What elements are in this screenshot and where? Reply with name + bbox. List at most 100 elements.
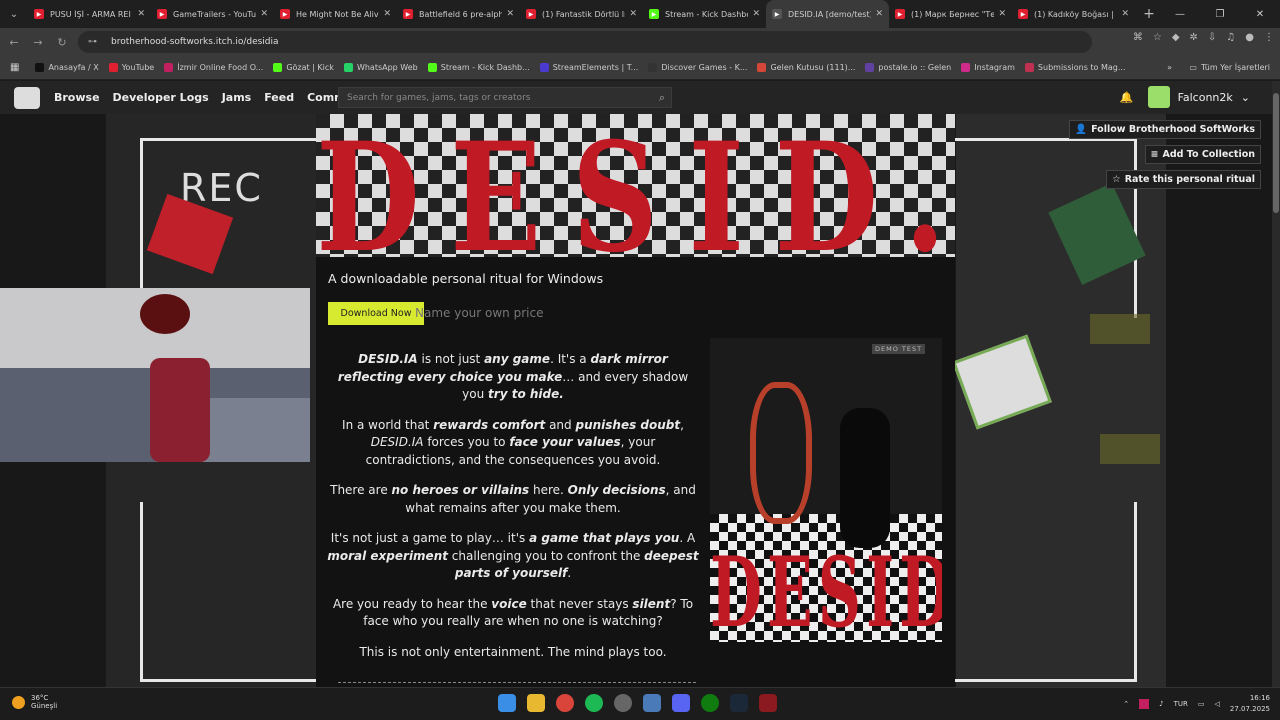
- profile-avatar-icon[interactable]: ●: [1245, 32, 1254, 43]
- user-avatar[interactable]: [1147, 86, 1170, 108]
- bookmark-item[interactable]: postale.io :: Gelen: [865, 63, 951, 72]
- xbox-icon[interactable]: [701, 694, 719, 712]
- discord-icon[interactable]: [672, 694, 690, 712]
- bookmark-favicon-icon: [35, 63, 45, 72]
- bookmark-label: Stream - Kick Dashb...: [440, 63, 530, 72]
- browser-tab[interactable]: ▶ Stream - Kick Dashbo ✕: [643, 0, 766, 28]
- menu-kebab-icon[interactable]: ⋮: [1264, 32, 1274, 43]
- search-icon[interactable]: ⌕: [659, 91, 665, 105]
- add-to-collection-button[interactable]: ≡ Add To Collection: [1144, 145, 1261, 164]
- browser-tab[interactable]: ▶ (1) Марк Бернес "Те ✕: [889, 0, 1012, 28]
- maximize-button[interactable]: ❐: [1200, 0, 1240, 28]
- language-indicator[interactable]: TUR: [1174, 700, 1188, 708]
- streamer-logo: [140, 294, 190, 334]
- spotify-icon[interactable]: [585, 694, 603, 712]
- bookmark-favicon-icon: [343, 63, 353, 72]
- itch-nav-item[interactable]: Browse: [54, 91, 100, 104]
- bookmarks-overflow-icon[interactable]: »: [1167, 63, 1172, 72]
- bookmark-favicon-icon: [539, 63, 549, 72]
- media-icon[interactable]: ♫: [1226, 32, 1235, 43]
- extensions-puzzle-icon[interactable]: ✲: [1190, 32, 1198, 43]
- network-icon[interactable]: ▭: [1198, 700, 1205, 708]
- tab-favicon-icon: ▶: [34, 9, 44, 19]
- bookmark-favicon-icon: [648, 63, 658, 72]
- forward-button[interactable]: →: [26, 36, 50, 49]
- bookmark-item[interactable]: Submissions to Mag...: [1024, 63, 1125, 72]
- browser-tab[interactable]: ▶ PUSU İŞİ - ARMA REI ✕: [28, 0, 151, 28]
- browser-tab[interactable]: ▶ He Might Not Be Aliv ✕: [274, 0, 397, 28]
- itch-search-input[interactable]: Search for games, jams, tags or creators…: [338, 87, 672, 108]
- url-field[interactable]: ⊶ brotherhood-softworks.itch.io/desidia: [78, 31, 1092, 53]
- browser-tab[interactable]: ▶ DESID.IA [demo/test] ✕: [766, 0, 889, 28]
- reload-button[interactable]: ↻: [50, 36, 74, 49]
- weather-widget[interactable]: 36°C Güneşli: [12, 694, 57, 710]
- tab-close-icon[interactable]: ✕: [1121, 9, 1129, 19]
- game-cover-image[interactable]: DESID.IA DEMO TEST: [710, 338, 942, 642]
- tab-search-button[interactable]: ⌄: [0, 0, 28, 28]
- apps-grid-icon[interactable]: ▦: [10, 62, 19, 73]
- game-description: DESID.IA is not just any game. It's a da…: [326, 351, 700, 674]
- extension-icon[interactable]: ◆: [1172, 32, 1180, 43]
- bookmark-item[interactable]: WhatsApp Web: [343, 63, 418, 72]
- bookmark-star-icon[interactable]: ☆: [1153, 32, 1162, 43]
- bookmark-item[interactable]: Gözat | Kick: [273, 63, 334, 72]
- file-explorer-icon[interactable]: [527, 694, 545, 712]
- microphone-icon[interactable]: ♪: [1159, 700, 1163, 708]
- tab-title: Battlefield 6 pre-alph: [419, 9, 503, 19]
- tab-close-icon[interactable]: ✕: [137, 9, 145, 19]
- bookmark-item[interactable]: Discover Games - K...: [648, 63, 747, 72]
- tab-close-icon[interactable]: ✕: [629, 9, 637, 19]
- chevron-down-icon[interactable]: ⌄: [1241, 91, 1250, 104]
- close-window-button[interactable]: ✕: [1240, 0, 1280, 28]
- page-scrollbar[interactable]: [1272, 81, 1280, 687]
- minimize-button[interactable]: —: [1160, 0, 1200, 28]
- tab-close-icon[interactable]: ✕: [506, 9, 514, 19]
- bookmark-item[interactable]: Anasayfa / X: [35, 63, 99, 72]
- tab-close-icon[interactable]: ✕: [383, 9, 391, 19]
- back-button[interactable]: ←: [2, 36, 26, 49]
- app-icon[interactable]: [614, 694, 632, 712]
- chevron-up-icon[interactable]: ⌃: [1123, 700, 1129, 708]
- bookmark-label: postale.io :: Gelen: [878, 63, 952, 72]
- clock[interactable]: 16:16 27.07.2025: [1230, 693, 1270, 715]
- game-icon[interactable]: [759, 694, 777, 712]
- download-button[interactable]: Download Now: [328, 302, 424, 325]
- bookmark-label: Gelen Kutusu (111)...: [770, 63, 856, 72]
- volume-icon[interactable]: ◁: [1215, 700, 1220, 708]
- translate-icon[interactable]: ⌘: [1133, 32, 1143, 43]
- bookmark-item[interactable]: Gelen Kutusu (111)...: [757, 63, 855, 72]
- download-icon[interactable]: ⇩: [1208, 32, 1216, 43]
- rate-button[interactable]: ☆ Rate this personal ritual: [1106, 170, 1261, 189]
- tab-close-icon[interactable]: ✕: [998, 9, 1006, 19]
- tab-close-icon[interactable]: ✕: [260, 9, 268, 19]
- steam-icon[interactable]: [730, 694, 748, 712]
- site-info-icon[interactable]: ⊶: [88, 37, 97, 47]
- chrome-icon[interactable]: [556, 694, 574, 712]
- bookmark-label: YouTube: [121, 63, 155, 72]
- tab-close-icon[interactable]: ✕: [875, 9, 883, 19]
- browser-tab[interactable]: ▶ GameTrailers - YouTu ✕: [151, 0, 274, 28]
- bookmark-item[interactable]: Stream - Kick Dashb...: [427, 63, 530, 72]
- tab-close-icon[interactable]: ✕: [752, 9, 760, 19]
- browser-tab[interactable]: ▶ Battlefield 6 pre-alph ✕: [397, 0, 520, 28]
- itch-logo-icon[interactable]: [14, 86, 40, 109]
- username-label[interactable]: Falconn2k: [1178, 91, 1233, 104]
- itch-nav-item[interactable]: Jams: [222, 91, 252, 104]
- bookmark-item[interactable]: İzmir Online Food O...: [164, 63, 263, 72]
- browser-tab[interactable]: ▶ (1) Kadıköy Boğası | ✕: [1012, 0, 1135, 28]
- app-icon[interactable]: [643, 694, 661, 712]
- all-bookmarks-folder[interactable]: ▭ Tüm Yer İşaretleri: [1189, 63, 1270, 72]
- tray-app-icon[interactable]: [1139, 699, 1150, 709]
- bookmark-item[interactable]: StreamElements | T...: [539, 63, 638, 72]
- bookmark-item[interactable]: YouTube: [108, 63, 155, 72]
- start-icon[interactable]: [498, 694, 516, 712]
- bookmark-item[interactable]: Instagram: [961, 63, 1015, 72]
- bookmark-favicon-icon: [961, 63, 971, 72]
- itch-nav-item[interactable]: Developer Logs: [113, 91, 209, 104]
- description-paragraph-5: Are you ready to hear the voice that nev…: [332, 596, 694, 629]
- follow-button[interactable]: 👤 Follow Brotherhood SoftWorks: [1069, 120, 1261, 139]
- browser-tab[interactable]: ▶ (1) Fantastik Dörtlü In ✕: [520, 0, 643, 28]
- notification-bell-icon[interactable]: 🔔: [1120, 91, 1134, 104]
- new-tab-button[interactable]: +: [1135, 6, 1163, 22]
- itch-nav-item[interactable]: Feed: [264, 91, 294, 104]
